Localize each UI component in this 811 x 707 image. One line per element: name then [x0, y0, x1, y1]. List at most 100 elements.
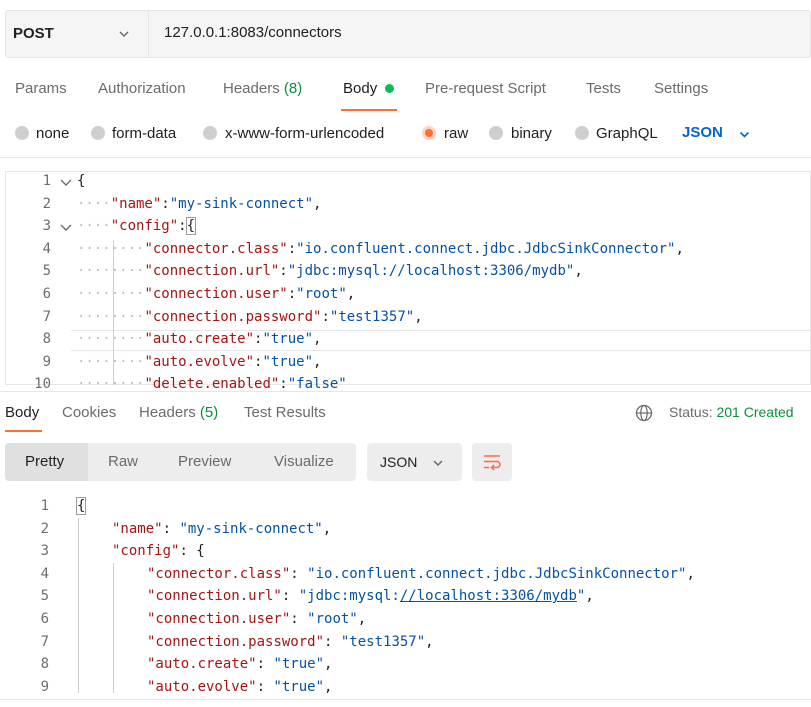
tab-headers-count: (8): [283, 80, 303, 97]
code-line: ········"delete.enabled":"false": [77, 376, 347, 392]
code-line: "connector.class": "io.confluent.connect…: [147, 566, 695, 582]
response-tab-cookies[interactable]: Cookies: [62, 404, 116, 421]
radio-none[interactable]: [15, 126, 29, 140]
code-line: {: [77, 173, 85, 189]
json-key: "connection.password": [147, 633, 325, 650]
code-line: "connection.password": "test1357",: [147, 634, 434, 650]
wrap-lines-icon: [484, 455, 501, 471]
code-line: ····"config":{: [77, 217, 197, 236]
json-colon: :: [324, 633, 341, 650]
globe-icon[interactable]: [635, 404, 653, 422]
status-label: Status:: [669, 404, 713, 420]
line-number: 9: [42, 353, 51, 370]
json-colon: :: [256, 678, 274, 695]
radio-none-label[interactable]: none: [36, 125, 69, 142]
json-comma: ,: [324, 678, 333, 695]
json-value: "true": [273, 656, 325, 673]
tab-authorization[interactable]: Authorization: [98, 80, 186, 97]
json-colon: :: [290, 611, 308, 627]
radio-x-www-form-urlencoded[interactable]: [203, 126, 217, 140]
json-key: "connector.class": [144, 240, 288, 257]
radio-binary-label[interactable]: binary: [511, 125, 552, 142]
json-comma: ,: [357, 611, 367, 627]
indent-dots: ····: [77, 218, 111, 235]
tab-body[interactable]: Body: [343, 80, 377, 97]
line-number: 4: [40, 565, 49, 582]
tab-headers[interactable]: Headers (8): [223, 80, 302, 97]
json-colon: :: [290, 565, 308, 582]
json-brace: {: [185, 217, 197, 236]
response-tab-test-results[interactable]: Test Results: [244, 404, 326, 421]
radio-binary[interactable]: [489, 126, 503, 140]
json-value: "jdbc:mysql:: [298, 588, 400, 605]
json-colon: :: [279, 263, 288, 280]
tab-settings[interactable]: Settings: [654, 80, 708, 97]
json-comma: ,: [686, 565, 695, 582]
json-comma: ,: [425, 633, 434, 650]
line-number: 3: [40, 543, 49, 560]
body-format-select[interactable]: JSON: [682, 124, 723, 141]
tab-headers-label: Headers: [223, 80, 280, 97]
json-colon: :: [256, 656, 274, 673]
json-key: "auto.create": [144, 331, 255, 348]
response-tab-headers[interactable]: Headers (5): [139, 404, 218, 421]
json-value-link[interactable]: //localhost:3306/mydb: [400, 588, 577, 604]
json-key: "connection.url": [147, 588, 282, 605]
view-mode-pretty[interactable]: Pretty: [25, 453, 64, 470]
json-colon: :: [279, 376, 288, 393]
response-tab-body[interactable]: Body: [5, 404, 39, 421]
fold-chevron-icon[interactable]: [60, 223, 72, 233]
indent-guide: [78, 518, 79, 693]
json-value: "false": [287, 376, 347, 393]
view-mode-visualize[interactable]: Visualize: [274, 453, 334, 470]
method-label: POST: [13, 25, 54, 42]
response-tab-headers-count: (5): [199, 404, 219, 421]
view-mode-preview[interactable]: Preview: [178, 453, 231, 470]
code-line: ········"connection.password":"test1357"…: [77, 309, 423, 325]
radio-form-data[interactable]: [91, 126, 105, 140]
fold-chevron-icon[interactable]: [60, 178, 72, 188]
json-comma: ,: [322, 520, 332, 537]
tab-params[interactable]: Params: [15, 80, 67, 97]
json-key: "connector.class": [147, 565, 291, 582]
code-line: "connection.url": "jdbc:mysql://localhos…: [147, 588, 594, 604]
status-value[interactable]: 201 Created: [716, 404, 793, 420]
chevron-down-icon[interactable]: [738, 128, 751, 141]
line-number: 8: [42, 331, 51, 348]
line-number: 8: [40, 656, 49, 673]
divider: [0, 157, 811, 158]
tab-tests[interactable]: Tests: [586, 80, 621, 97]
chevron-down-icon[interactable]: [117, 27, 131, 41]
json-comma: ,: [574, 263, 583, 280]
json-comma: ,: [324, 656, 333, 673]
view-mode-raw[interactable]: Raw: [108, 453, 138, 470]
json-key: "connection.user": [144, 286, 288, 302]
json-colon: :: [162, 520, 180, 537]
radio-raw-label[interactable]: raw: [444, 125, 468, 142]
radio-form-data-label[interactable]: form-data: [112, 125, 176, 142]
tab-pre-request-script[interactable]: Pre-request Script: [425, 80, 546, 97]
line-number: 2: [40, 520, 49, 537]
code-line: "auto.create": "true",: [147, 656, 332, 672]
radio-graphql-label[interactable]: GraphQL: [596, 125, 658, 142]
line-number: 6: [42, 286, 51, 302]
radio-graphql[interactable]: [575, 126, 589, 140]
json-value: "my-sink-connect": [179, 520, 323, 537]
json-value: "root": [307, 611, 358, 627]
response-status: Status: 201 Created: [669, 404, 794, 420]
json-key: "auto.create": [147, 656, 257, 673]
line-number: 9: [40, 678, 49, 695]
code-line: "auto.evolve": "true",: [147, 679, 332, 695]
json-brace: {: [196, 543, 205, 560]
json-colon: :: [287, 240, 297, 257]
json-value: "true": [262, 331, 314, 348]
json-value: "root": [296, 286, 347, 302]
json-colon: :: [179, 543, 197, 560]
url-input[interactable]: 127.0.0.1:8083/connectors: [164, 24, 342, 41]
line-number: 6: [40, 611, 49, 627]
radio-raw[interactable]: [422, 126, 436, 140]
json-key: "delete.enabled": [144, 376, 280, 393]
code-line: ········"auto.evolve":"true",: [77, 354, 321, 370]
radio-x-www-form-urlencoded-label[interactable]: x-www-form-urlencoded: [225, 125, 384, 142]
code-line: ····"name":"my-sink-connect",: [77, 196, 321, 212]
